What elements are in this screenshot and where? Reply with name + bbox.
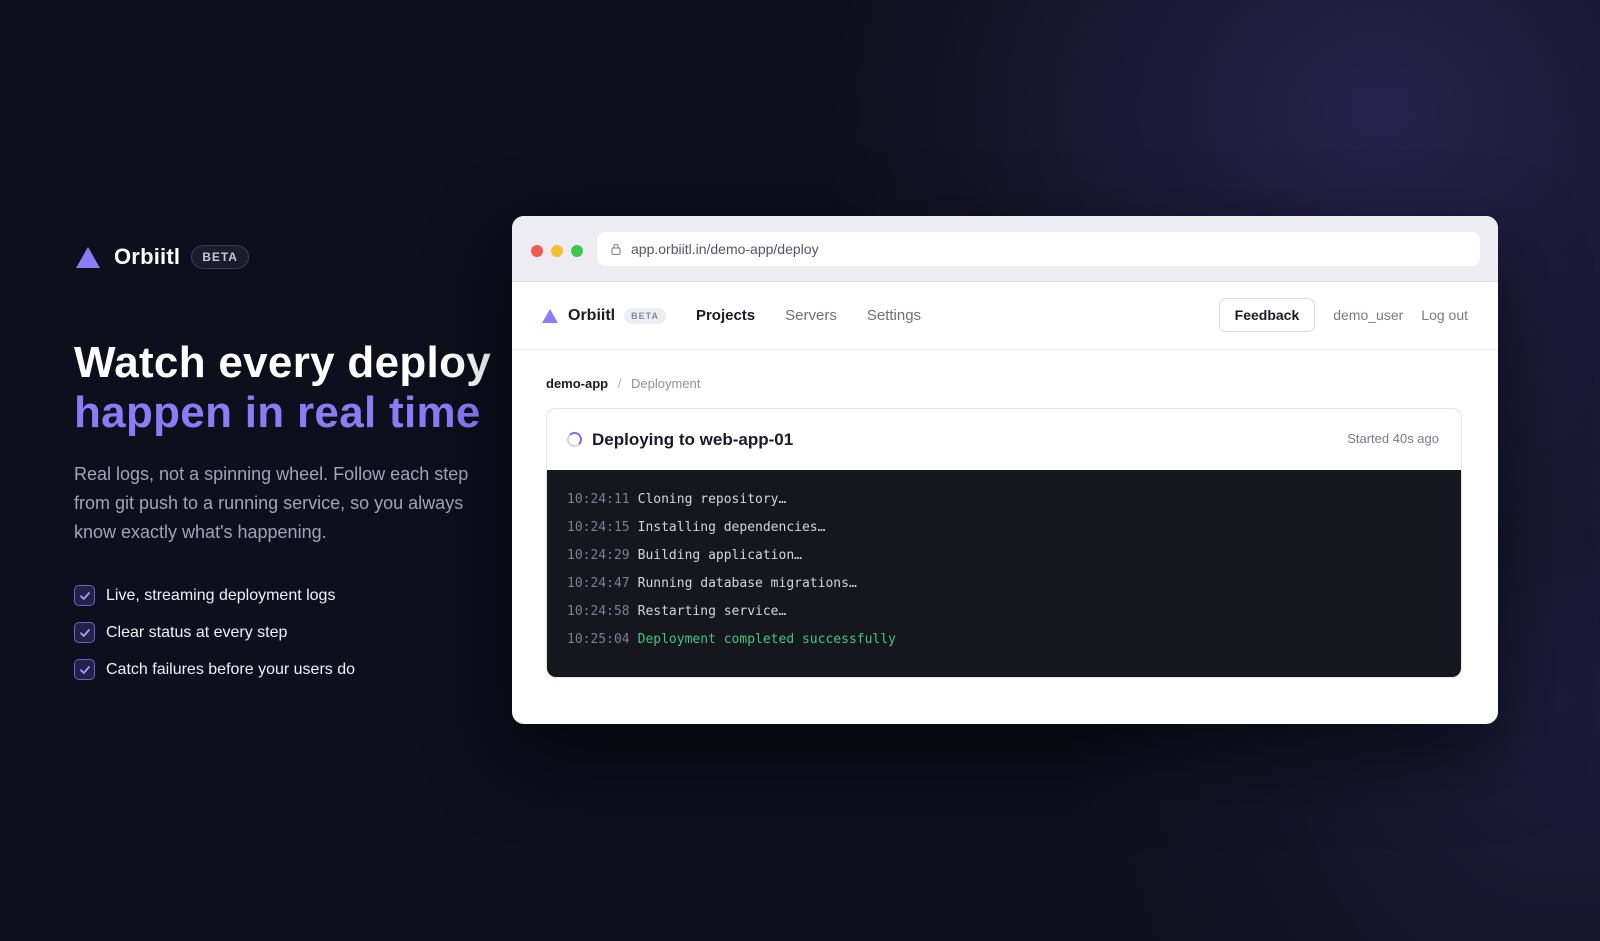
headline-line-1: Watch every deploy	[74, 338, 492, 387]
log-timestamp: 10:24:47	[567, 576, 630, 591]
nav-link-servers[interactable]: Servers	[785, 307, 837, 324]
log-timestamp: 10:24:15	[567, 520, 630, 535]
feature-item: Clear status at every step	[74, 621, 355, 644]
feature-item: Catch failures before your users do	[74, 658, 355, 681]
spinner-icon	[567, 432, 582, 447]
log-line-success: 10:25:04 Deployment completed successfull…	[567, 632, 1441, 660]
browser-chrome: app.orbiitl.in/demo-app/deploy	[512, 216, 1498, 282]
log-line: 10:24:58 Restarting service…	[567, 604, 1441, 632]
deployment-started-time: Started 40s ago	[1347, 431, 1439, 446]
window-minimize-button[interactable]	[551, 245, 563, 257]
feature-text: Catch failures before your users do	[106, 660, 356, 678]
orbiitl-logo-icon	[76, 246, 100, 268]
log-line: 10:24:29 Building application…	[567, 548, 1441, 576]
log-line: 10:24:47 Running database migrations…	[567, 576, 1441, 604]
window-maximize-button[interactable]	[571, 245, 583, 257]
deployment-header: Deploying to web-app-01 Started 40s ago	[547, 409, 1461, 470]
log-message-success: Deployment completed successfully	[637, 632, 896, 647]
check-icon	[74, 585, 95, 606]
log-line: 10:24:11 Cloning repository…	[567, 492, 1441, 520]
app-brand-name[interactable]: Orbiitl	[568, 307, 615, 325]
beta-badge: BETA	[191, 245, 249, 269]
log-message: Cloning repository…	[637, 492, 787, 507]
address-bar[interactable]: app.orbiitl.in/demo-app/deploy	[597, 232, 1480, 266]
logout-link[interactable]: Log out	[1421, 307, 1468, 323]
log-timestamp: 10:24:29	[567, 548, 630, 563]
hero-headline: Watch every deploy happen in real time	[74, 338, 491, 438]
breadcrumb-project[interactable]: demo-app	[546, 376, 608, 391]
app-navbar: Orbiitl BETA Projects Servers Settings F…	[512, 282, 1498, 350]
log-timestamp: 10:24:11	[567, 492, 630, 507]
hero-brand: Orbiitl BETA	[76, 244, 249, 270]
orbiitl-logo-icon	[542, 308, 558, 323]
nav-link-projects[interactable]: Projects	[696, 307, 755, 324]
lock-icon	[611, 243, 621, 255]
check-icon	[74, 659, 95, 680]
deployment-title: Deploying to web-app-01	[592, 429, 794, 449]
breadcrumb: demo-app / Deployment	[546, 376, 700, 391]
feature-text: Clear status at every step	[106, 623, 288, 641]
log-timestamp: 10:25:04	[567, 632, 630, 647]
feature-list: Live, streaming deployment logs Clear st…	[74, 584, 355, 695]
feature-text: Live, streaming deployment logs	[106, 586, 336, 604]
log-message: Installing dependencies…	[637, 520, 826, 535]
log-message: Restarting service…	[637, 604, 787, 619]
log-message: Running database migrations…	[637, 576, 857, 591]
window-close-button[interactable]	[531, 245, 543, 257]
browser-window: app.orbiitl.in/demo-app/deploy Orbiitl B…	[512, 216, 1498, 724]
hero-brand-name: Orbiitl	[114, 244, 181, 269]
app-beta-badge: BETA	[624, 307, 666, 324]
breadcrumb-page: Deployment	[631, 376, 701, 391]
check-icon	[74, 622, 95, 643]
headline-line-2: happen in real time	[74, 388, 481, 437]
feature-item: Live, streaming deployment logs	[74, 584, 355, 607]
deployment-panel: Deploying to web-app-01 Started 40s ago …	[546, 408, 1462, 678]
hero-description: Real logs, not a spinning wheel. Follow …	[74, 464, 469, 542]
navbar-right: Feedback demo_user Log out	[1218, 298, 1468, 332]
log-message: Building application…	[637, 548, 802, 563]
feedback-button[interactable]: Feedback	[1218, 298, 1316, 332]
nav-link-settings[interactable]: Settings	[867, 307, 921, 324]
log-terminal[interactable]: 10:24:11 Cloning repository… 10:24:15 Inst…	[547, 470, 1461, 677]
log-line: 10:24:15 Installing dependencies…	[567, 520, 1441, 548]
username-link[interactable]: demo_user	[1333, 307, 1403, 323]
log-timestamp: 10:24:58	[567, 604, 630, 619]
breadcrumb-separator: /	[617, 376, 622, 391]
address-bar-url: app.orbiitl.in/demo-app/deploy	[631, 241, 819, 257]
